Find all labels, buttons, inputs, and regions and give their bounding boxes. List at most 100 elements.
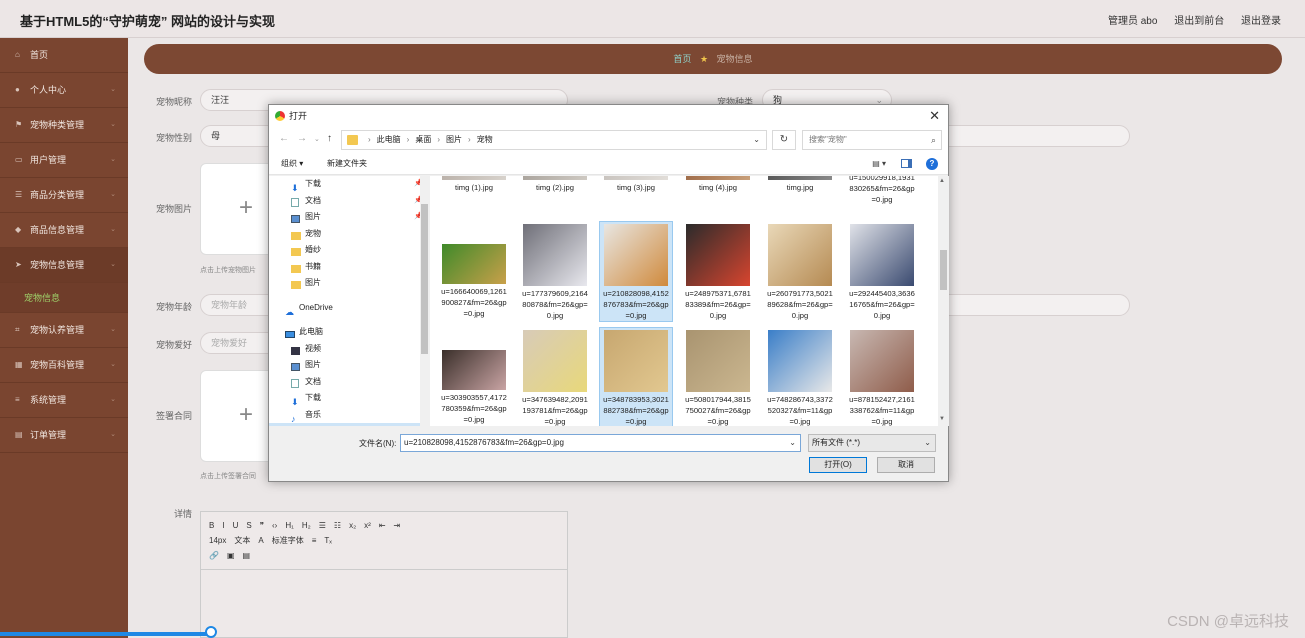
file-item[interactable]: u=347639482,2091193781&fm=26&gp=0.jpg	[519, 328, 591, 426]
tree-item[interactable]: 图片	[269, 357, 429, 374]
to-front-link[interactable]: 退出到前台	[1174, 16, 1224, 27]
chevron-down-icon[interactable]: ⌄	[753, 131, 760, 149]
editor-tool[interactable]: U	[233, 521, 239, 530]
tree-item[interactable]: 桌面	[269, 423, 429, 426]
open-button[interactable]: 打开(O)	[809, 457, 867, 473]
editor-tool[interactable]: ☰	[319, 521, 326, 530]
tree-item[interactable]: 文档 📌	[269, 193, 429, 210]
editor-tool[interactable]: ❞	[260, 521, 264, 530]
sidebar-item[interactable]: ▭ 用户管理 ⌄	[0, 143, 128, 178]
address-bar[interactable]: › 此电脑 › 桌面 › 图片 › 宠物 ⌄	[341, 130, 767, 150]
editor-tool[interactable]: ▣	[227, 551, 235, 560]
file-item[interactable]: timg (4).jpg	[682, 176, 754, 193]
file-item[interactable]: u=166640069,1261900827&fm=26&gp=0.jpg	[438, 222, 510, 319]
file-item[interactable]: u=210828098,4152876783&fm=26&gp=0.jpg	[599, 221, 673, 322]
tree-scroll-thumb[interactable]	[421, 204, 428, 354]
editor-tool[interactable]: I	[222, 521, 224, 530]
editor-tool[interactable]: 文本	[234, 536, 250, 545]
sidebar-item[interactable]: ☰ 商品分类管理 ⌄	[0, 178, 128, 213]
file-item[interactable]: timg (1).jpg	[438, 176, 510, 193]
recent-chevron-icon[interactable]: ⌄	[314, 135, 320, 143]
filename-input[interactable]: u=210828098,4152876783&fm=26&gp=0.jpg ⌄	[400, 434, 801, 452]
editor-tool[interactable]: 🔗	[209, 551, 219, 560]
editor-tool[interactable]: ⇥	[394, 521, 401, 530]
view-options-icon[interactable]: ▤ ▾	[872, 153, 886, 175]
back-arrow-icon[interactable]: ←	[279, 133, 289, 144]
tree-item[interactable]: 图片	[269, 275, 429, 292]
tree-item[interactable]: 宠物	[269, 226, 429, 243]
chevron-down-icon[interactable]: ⌄	[789, 435, 796, 451]
help-icon[interactable]: ?	[926, 158, 938, 170]
editor-tool[interactable]: x²	[364, 521, 371, 530]
sidebar-item[interactable]: ▤ 订单管理 ⌄	[0, 418, 128, 453]
path-segment[interactable]: 宠物	[477, 135, 493, 144]
sidebar-item[interactable]: ⚑ 宠物种类管理 ⌄	[0, 108, 128, 143]
file-item[interactable]: u=303903557,4172780359&fm=26&gp=0.jpg	[438, 328, 510, 425]
editor-tool[interactable]: x₂	[349, 521, 356, 530]
file-item[interactable]: u=292445403,363616765&fm=26&gp=0.jpg	[846, 222, 918, 321]
tree-item[interactable]: 文档	[269, 374, 429, 391]
file-item[interactable]: timg.jpg	[764, 176, 836, 193]
editor-tool[interactable]: B	[209, 521, 214, 530]
file-item[interactable]: u=748286743,3372520327&fm=11&gp=0.jpg	[764, 328, 836, 426]
path-segment[interactable]: 桌面	[415, 135, 431, 144]
sidebar-item[interactable]: ◆ 商品信息管理 ⌄	[0, 213, 128, 248]
editor-tool[interactable]: ▤	[243, 551, 251, 560]
forward-arrow-icon[interactable]: →	[297, 133, 307, 144]
file-item[interactable]: timg (2).jpg	[519, 176, 591, 193]
tree-scrollbar[interactable]	[420, 176, 429, 426]
file-item[interactable]: u=508017944,3815750027&fm=26&gp=0.jpg	[682, 328, 754, 426]
organize-menu[interactable]: 组织 ▾	[281, 153, 303, 175]
editor-tool[interactable]: S	[246, 521, 251, 530]
tree-item[interactable]: 此电脑	[269, 324, 429, 341]
path-segment[interactable]: 此电脑	[377, 135, 401, 144]
tree-item[interactable]: 图片 📌	[269, 209, 429, 226]
breadcrumb-home[interactable]: 首页	[673, 54, 691, 64]
search-input[interactable]: 搜索"宠物" ⌕	[802, 130, 942, 150]
editor-tool[interactable]: ☷	[334, 521, 341, 530]
editor-tool[interactable]: 标准字体	[272, 536, 304, 545]
editor-tool[interactable]: H₁	[285, 521, 293, 530]
editor-tool[interactable]: 14px	[209, 536, 226, 545]
tree-item[interactable]: 婚纱	[269, 242, 429, 259]
tree-item[interactable]: ⬇ 下载 📌	[269, 176, 429, 193]
editor-tool[interactable]: ≡	[312, 536, 317, 545]
up-arrow-icon[interactable]: ↑	[327, 133, 332, 144]
tree-item[interactable]: 视频	[269, 341, 429, 358]
path-segment[interactable]: 图片	[446, 135, 462, 144]
editor-tool[interactable]: A	[258, 536, 263, 545]
tree-item[interactable]: ⬇ 下载	[269, 390, 429, 407]
file-item[interactable]: u=260791773,502189628&fm=26&gp=0.jpg	[764, 222, 836, 321]
file-item[interactable]: u=878152427,2161338762&fm=11&gp=0.jpg	[846, 328, 918, 426]
editor-tool[interactable]: ⇤	[379, 521, 386, 530]
logout-link[interactable]: 退出登录	[1241, 16, 1281, 27]
tree-item[interactable]: ♪ 音乐	[269, 407, 429, 424]
editor-tool[interactable]: ‹›	[272, 521, 277, 530]
preview-pane-icon[interactable]	[901, 159, 912, 168]
progress-handle[interactable]	[205, 626, 217, 638]
file-item[interactable]: u=248975371,678183389&fm=26&gp=0.jpg	[682, 222, 754, 321]
new-folder-button[interactable]: 新建文件夹	[327, 153, 367, 175]
refresh-button[interactable]: ↻	[772, 130, 796, 150]
editor-tool[interactable]: H₂	[302, 521, 311, 530]
editor-tool[interactable]: Tₓ	[324, 536, 332, 545]
scroll-up-icon[interactable]: ▲	[939, 178, 945, 184]
file-item[interactable]: u=348783953,3021882738&fm=26&gp=0.jpg	[599, 327, 673, 426]
scroll-down-icon[interactable]: ▼	[939, 416, 945, 422]
sidebar-item[interactable]: ● 个人中心 ⌄	[0, 73, 128, 108]
file-scroll-thumb[interactable]	[940, 250, 947, 290]
sidebar-item[interactable]: ▦ 宠物百科管理 ⌄	[0, 348, 128, 383]
file-item[interactable]: timg (3).jpg	[600, 176, 672, 193]
close-icon[interactable]: ✕	[929, 105, 940, 127]
rich-text-editor[interactable]: B I U S ❞ ‹› H₁ H₂ ☰ ☷ x₂ x² ⇤ ⇥ 14px 文本 A 标准字体 ≡ Tₓ 🔗 ▣ ▤	[200, 511, 568, 638]
tree-item[interactable]: 书籍	[269, 259, 429, 276]
file-item[interactable]: u=150029918,1931830265&fm=26&gp=0.jpg	[846, 176, 918, 205]
tree-item[interactable]: ☁ OneDrive	[269, 300, 429, 317]
sidebar-item[interactable]: ⌂ 首页	[0, 38, 128, 73]
file-type-select[interactable]: 所有文件 (*.*) ⌄	[808, 434, 936, 452]
file-scrollbar[interactable]: ▲ ▼	[938, 176, 949, 426]
sidebar-item[interactable]: ≡ 系统管理 ⌄	[0, 383, 128, 418]
file-item[interactable]: u=177379609,216480878&fm=26&gp=0.jpg	[519, 222, 591, 321]
cancel-button[interactable]: 取消	[877, 457, 935, 473]
sidebar-item[interactable]: ⌗ 宠物认养管理 ⌄	[0, 313, 128, 348]
